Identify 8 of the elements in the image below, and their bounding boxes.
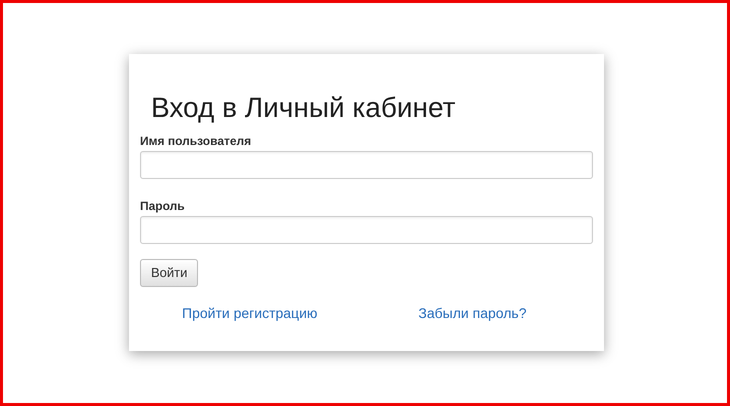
forgot-password-link[interactable]: Забыли пароль? bbox=[418, 304, 526, 320]
login-button[interactable]: Войти bbox=[140, 258, 198, 286]
register-link[interactable]: Пройти регистрацию bbox=[182, 304, 318, 320]
field-label: Пароль bbox=[140, 199, 186, 213]
input-field[interactable] bbox=[140, 151, 593, 179]
field-label: Имя пользователя bbox=[140, 134, 252, 148]
page-title: Вход в Личный кабинет bbox=[151, 92, 456, 124]
input-field[interactable] bbox=[140, 216, 593, 244]
